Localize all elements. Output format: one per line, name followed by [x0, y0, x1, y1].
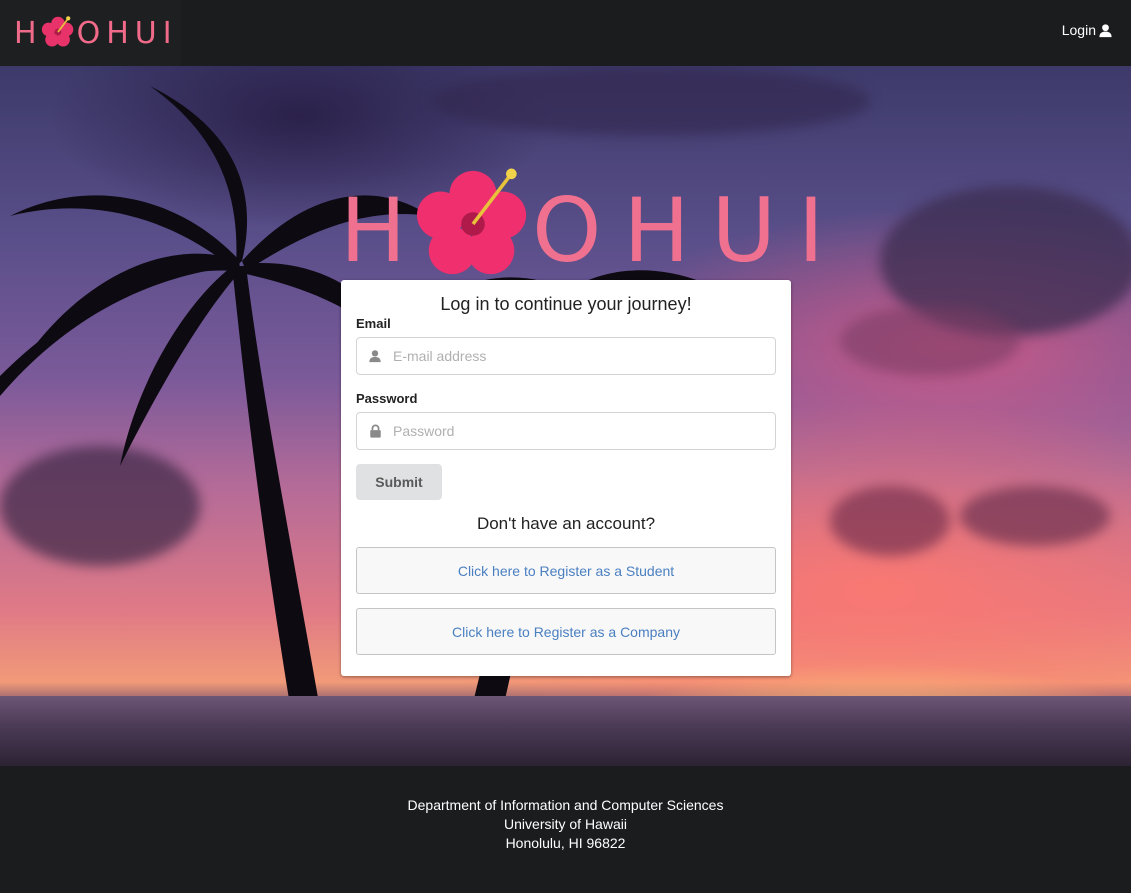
hero-logo: H OHUI	[340, 164, 846, 284]
register-company-button[interactable]: Click here to Register as a Company	[356, 608, 776, 655]
footer-address: Department of Information and Computer S…	[0, 796, 1131, 853]
footer-department: Department of Information and Computer S…	[407, 797, 724, 813]
ocean	[0, 696, 1131, 766]
submit-button[interactable]: Submit	[356, 464, 442, 500]
password-input[interactable]	[393, 423, 763, 439]
hero-logo-text: H OHUI	[340, 165, 846, 283]
login-label: Login	[1061, 22, 1096, 38]
top-navbar: H OHUI Login	[0, 0, 1131, 66]
email-field-wrapper	[356, 337, 776, 375]
user-icon	[357, 349, 393, 363]
footer-city: Honolulu, HI 96822	[505, 835, 626, 851]
password-label: Password	[356, 391, 418, 406]
user-icon	[1099, 23, 1112, 37]
brand-logo[interactable]: H OHUI	[0, 0, 181, 66]
register-student-button[interactable]: Click here to Register as a Student	[356, 547, 776, 594]
register-company-label: Click here to Register as a Company	[452, 623, 680, 640]
brand-logo-text: H OHUI	[14, 16, 178, 51]
register-student-label: Click here to Register as a Student	[457, 562, 675, 579]
login-link[interactable]: Login	[1062, 22, 1113, 38]
footer: Department of Information and Computer S…	[0, 766, 1131, 893]
footer-university: University of Hawaii	[504, 816, 627, 832]
hibiscus-flower-icon	[41, 16, 73, 47]
email-label: Email	[356, 316, 391, 331]
login-card-title: Log in to continue your journey!	[440, 294, 692, 314]
login-card: Log in to continue your journey! Email P…	[341, 280, 791, 676]
password-field-wrapper	[356, 412, 776, 450]
hibiscus-flower-icon	[417, 168, 527, 275]
register-prompt: Don't have an account?	[476, 514, 656, 533]
lock-icon	[357, 424, 393, 438]
email-input[interactable]	[393, 348, 763, 364]
